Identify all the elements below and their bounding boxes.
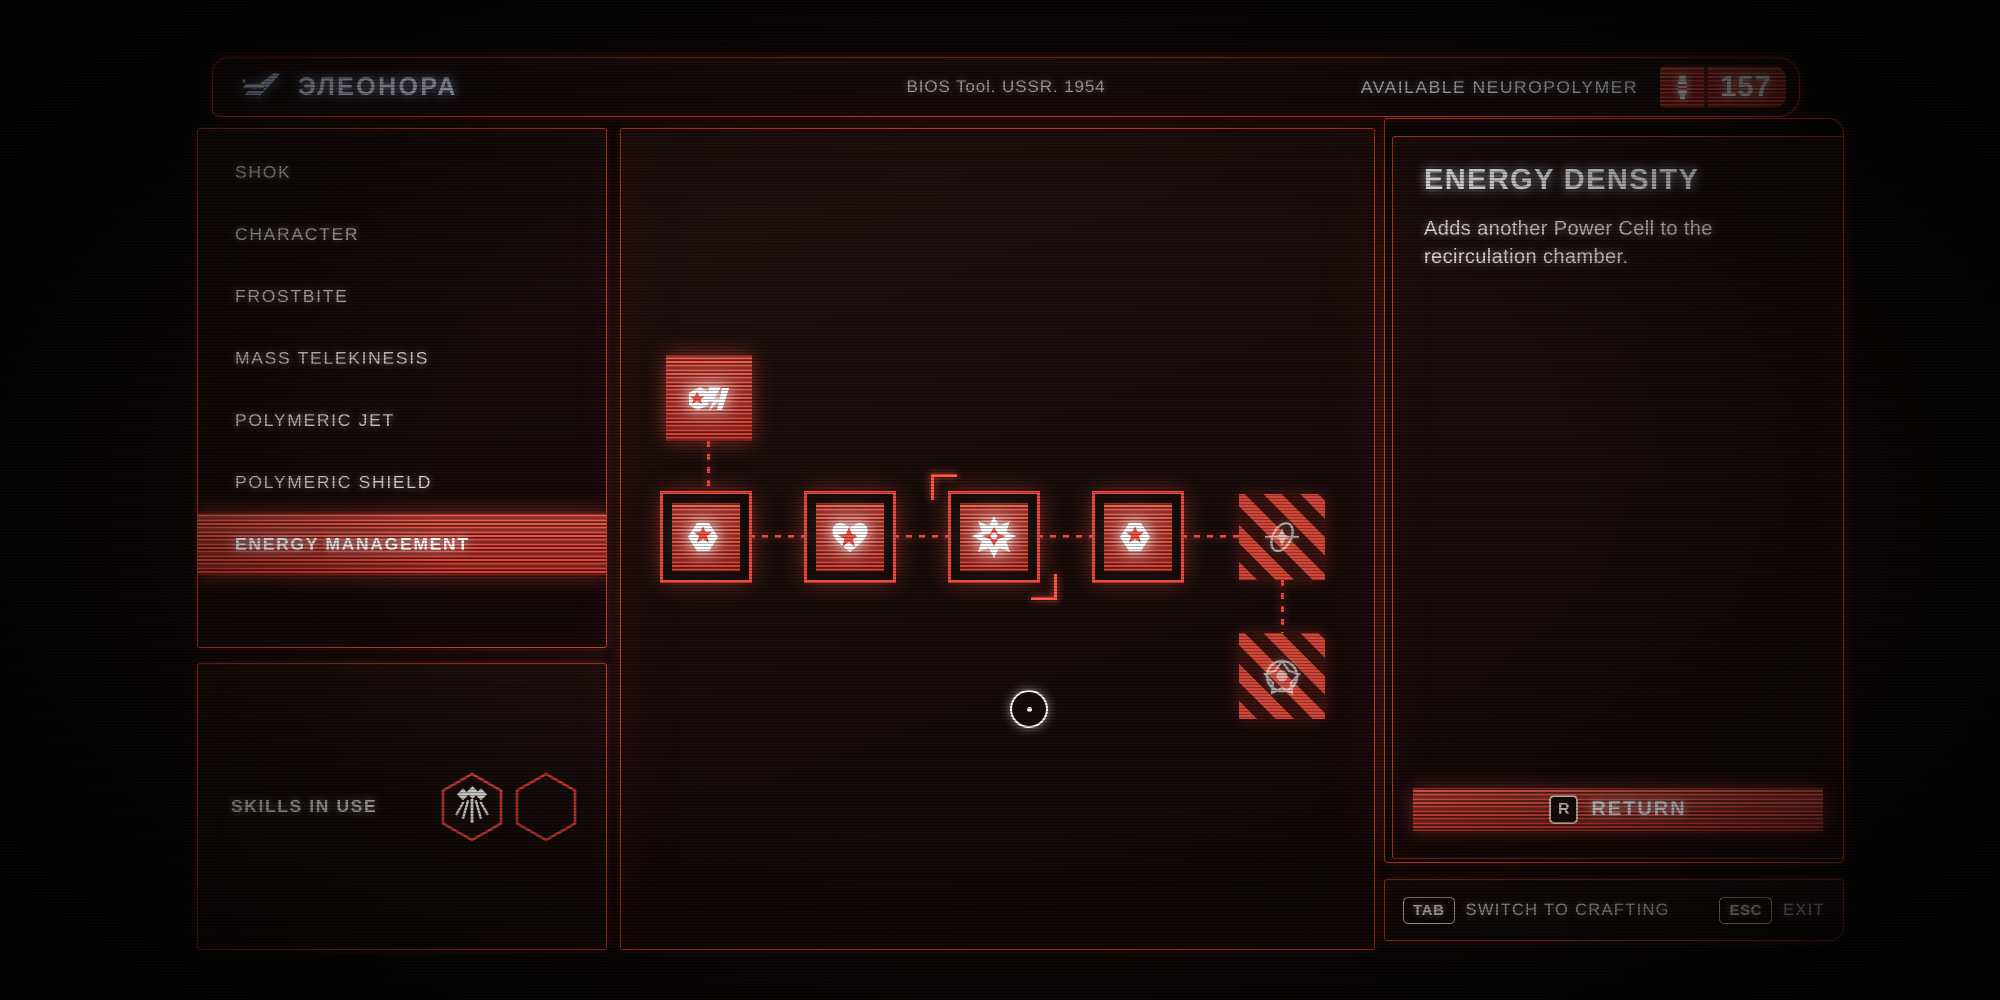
sidebar-item-shok[interactable]: SHOK	[198, 141, 606, 203]
skills-in-use-panel: SKILLS IN USE	[197, 663, 607, 950]
connector-root-to-cell1	[707, 441, 710, 494]
sidebar-item-label: ENERGY MANAGEMENT	[235, 533, 470, 554]
hint-label: EXIT	[1783, 900, 1825, 919]
return-button-label: RETURN	[1591, 798, 1687, 820]
connector-energy-density-to-cell2	[1037, 535, 1095, 538]
connector-heart-to-energy-density	[893, 535, 951, 538]
skill-tree-canvas[interactable]	[620, 128, 1375, 950]
polymeric-jet-burst-icon	[441, 772, 503, 841]
neuropolymer-vial-icon	[1677, 75, 1687, 99]
skill-node-locked-core[interactable]	[1239, 633, 1325, 719]
sidebar-item-label: CHARACTER	[235, 223, 360, 244]
empty-slot-icon	[515, 772, 577, 841]
neuropolymer-badge: 157	[1660, 66, 1786, 108]
energy-density-icon	[972, 516, 1016, 558]
neuropolymer-value-cell: 157	[1708, 66, 1786, 108]
skill-node-power-cell-2[interactable]	[1095, 494, 1181, 580]
neuropolymer-label: AVAILABLE NEUROPOLYMER	[1360, 76, 1638, 97]
connector-cell1-to-heart	[749, 535, 807, 538]
header-bar: ЭЛЕОНОРА BIOS Tool. USSR. 1954 AVAILABLE…	[212, 57, 1800, 117]
skill-node-power-cell-1[interactable]	[663, 494, 749, 580]
hint-exit[interactable]: ESC EXIT	[1719, 896, 1825, 924]
skills-in-use-row: SKILLS IN USE	[198, 772, 606, 842]
core-locked-icon	[1263, 659, 1301, 695]
sidebar-item-character[interactable]: CHARACTER	[198, 203, 606, 265]
connector-orbit-to-core	[1281, 580, 1284, 633]
neuropolymer-icon-cell	[1660, 66, 1704, 108]
sidebar-item-label: SHOK	[235, 161, 292, 182]
detail-description: Adds another Power Cell to the recircula…	[1424, 218, 1713, 268]
power-cell-icon	[688, 523, 718, 551]
power-cell-icon	[1120, 523, 1150, 551]
sidebar-item-frostbite[interactable]: FROSTBITE	[198, 265, 606, 327]
skill-detail-panel: ENERGY DENSITY Adds another Power Cell t…	[1392, 136, 1844, 859]
skill-slot-2-empty[interactable]	[514, 772, 578, 842]
connector-cell2-to-locked-orbit	[1181, 535, 1239, 538]
header-subtitle: BIOS Tool. USSR. 1954	[906, 77, 1106, 96]
neuropolymer-group: AVAILABLE NEUROPOLYMER 157	[1361, 66, 1786, 108]
orbit-locked-icon	[1265, 521, 1299, 553]
return-button[interactable]: R RETURN	[1413, 788, 1823, 831]
sidebar-item-label: MASS TELEKINESIS	[235, 347, 430, 368]
aim-cursor-icon	[1010, 690, 1048, 728]
skills-in-use-label: SKILLS IN USE	[231, 796, 378, 816]
page-title: ЭЛЕОНОРА	[298, 72, 458, 101]
footer-hint-bar: TAB SWITCH TO CRAFTING ESC EXIT	[1384, 879, 1844, 941]
sidebar-item-label: POLYMERIC SHIELD	[235, 471, 433, 492]
sidebar-item-mass-telekinesis[interactable]: MASS TELEKINESIS	[198, 327, 606, 389]
skill-node-energy-density[interactable]	[951, 494, 1037, 580]
energy-banner-icon	[689, 387, 729, 411]
sidebar-item-label: FROSTBITE	[235, 285, 349, 306]
skill-slot-1[interactable]	[440, 772, 504, 842]
sidebar-item-polymeric-jet[interactable]: POLYMERIC JET	[198, 389, 606, 451]
neuropolymer-value: 157	[1720, 70, 1772, 103]
skill-tree-screen: ЭЛЕОНОРА BIOS Tool. USSR. 1954 AVAILABLE…	[0, 0, 2000, 1000]
hint-switch-to-crafting[interactable]: TAB SWITCH TO CRAFTING	[1403, 896, 1670, 924]
skill-category-list: SHOK CHARACTER FROSTBITE MASS TELEKINESI…	[197, 128, 607, 648]
return-keycap: R	[1549, 795, 1579, 824]
tab-keycap: TAB	[1403, 896, 1455, 924]
skill-tree-nodes	[621, 129, 1374, 949]
sidebar-item-label: POLYMERIC JET	[235, 409, 395, 430]
skill-node-root[interactable]	[666, 355, 752, 441]
detail-title: ENERGY DENSITY	[1424, 164, 1700, 196]
hint-label: SWITCH TO CRAFTING	[1465, 900, 1670, 919]
brand: ЭЛЕОНОРА	[241, 72, 458, 102]
skill-node-locked-orbit[interactable]	[1239, 494, 1325, 580]
heart-spark-icon	[832, 523, 868, 552]
eleonora-bolt-logo-icon	[242, 73, 280, 99]
esc-keycap: ESC	[1719, 896, 1773, 924]
skill-node-heart-spark[interactable]	[807, 494, 893, 580]
sidebar-item-polymeric-shield[interactable]: POLYMERIC SHIELD	[198, 451, 606, 513]
sidebar-item-energy-management[interactable]: ENERGY MANAGEMENT	[198, 513, 606, 575]
